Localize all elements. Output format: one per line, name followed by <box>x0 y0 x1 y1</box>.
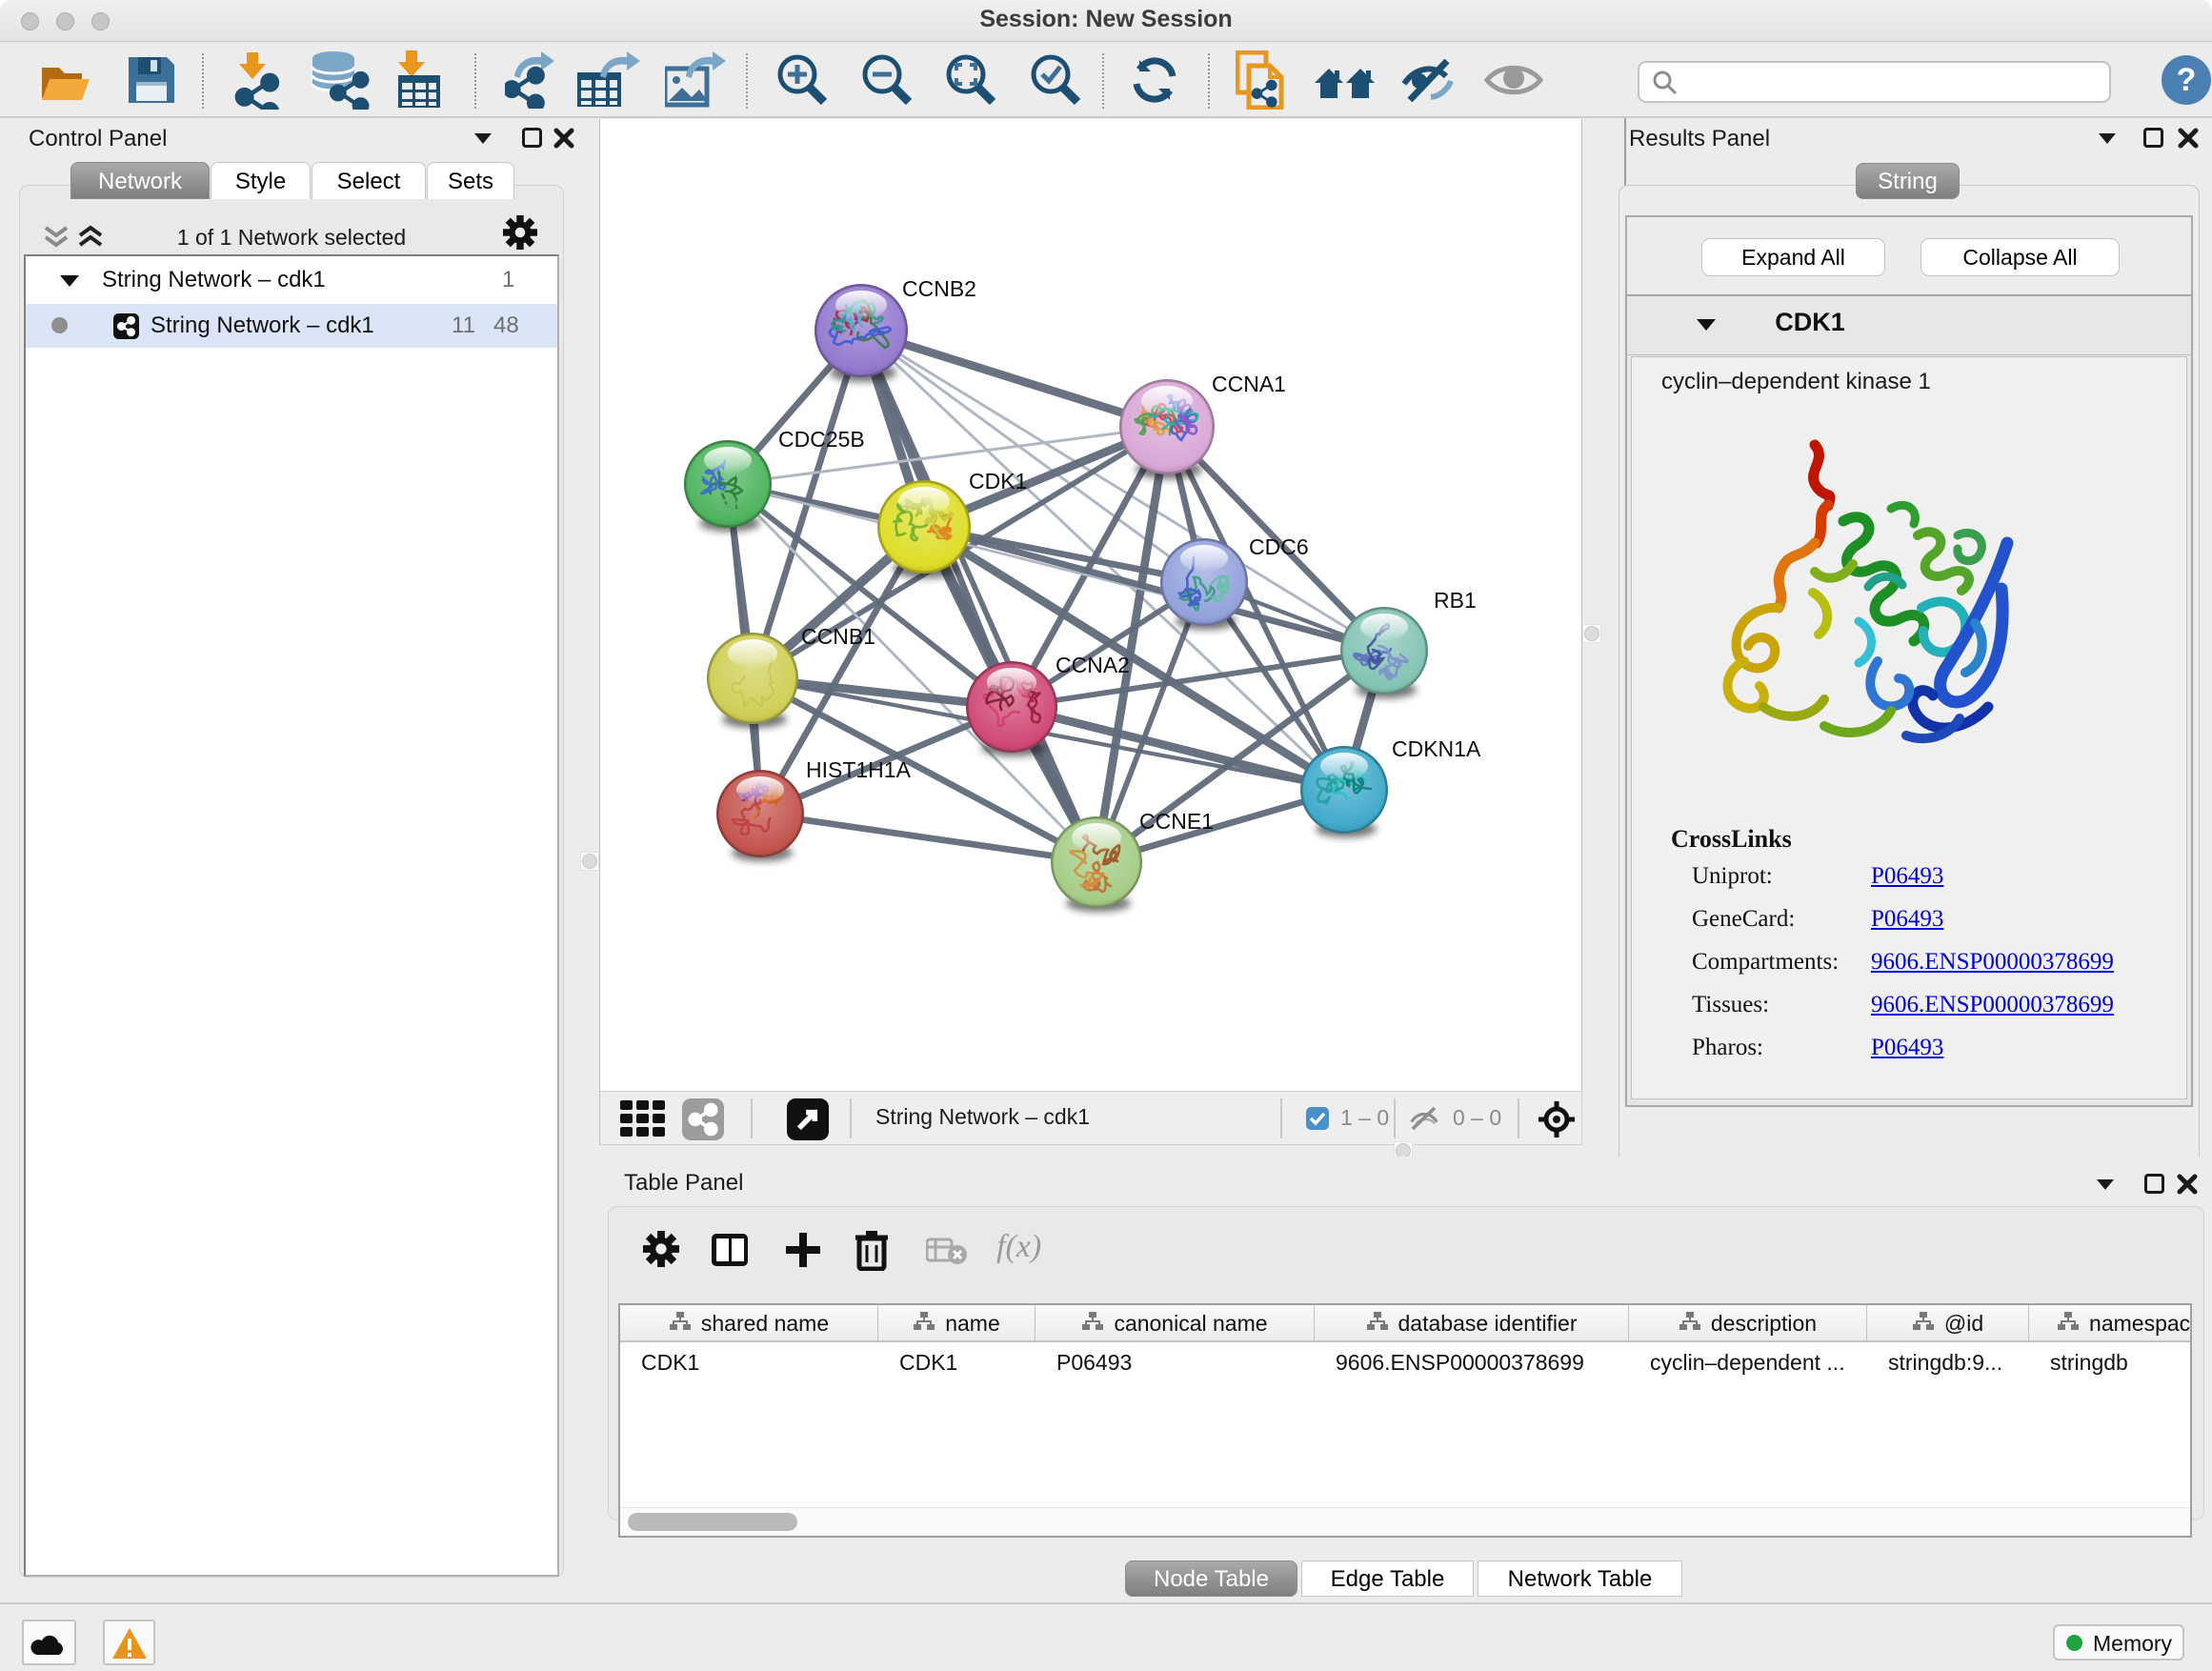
svg-text:CCNE1: CCNE1 <box>1139 809 1214 834</box>
svg-text:CCNB1: CCNB1 <box>801 624 875 649</box>
svg-text:HIST1H1A: HIST1H1A <box>806 757 912 782</box>
svg-text:CDC6: CDC6 <box>1249 534 1309 559</box>
svg-text:CCNB2: CCNB2 <box>902 276 976 301</box>
svg-text:RB1: RB1 <box>1434 588 1477 613</box>
svg-text:CDC25B: CDC25B <box>778 427 865 452</box>
svg-text:CCNA2: CCNA2 <box>1056 653 1130 677</box>
svg-text:CDK1: CDK1 <box>969 469 1027 493</box>
svg-text:CCNA1: CCNA1 <box>1212 372 1286 396</box>
svg-text:CDKN1A: CDKN1A <box>1392 736 1481 761</box>
